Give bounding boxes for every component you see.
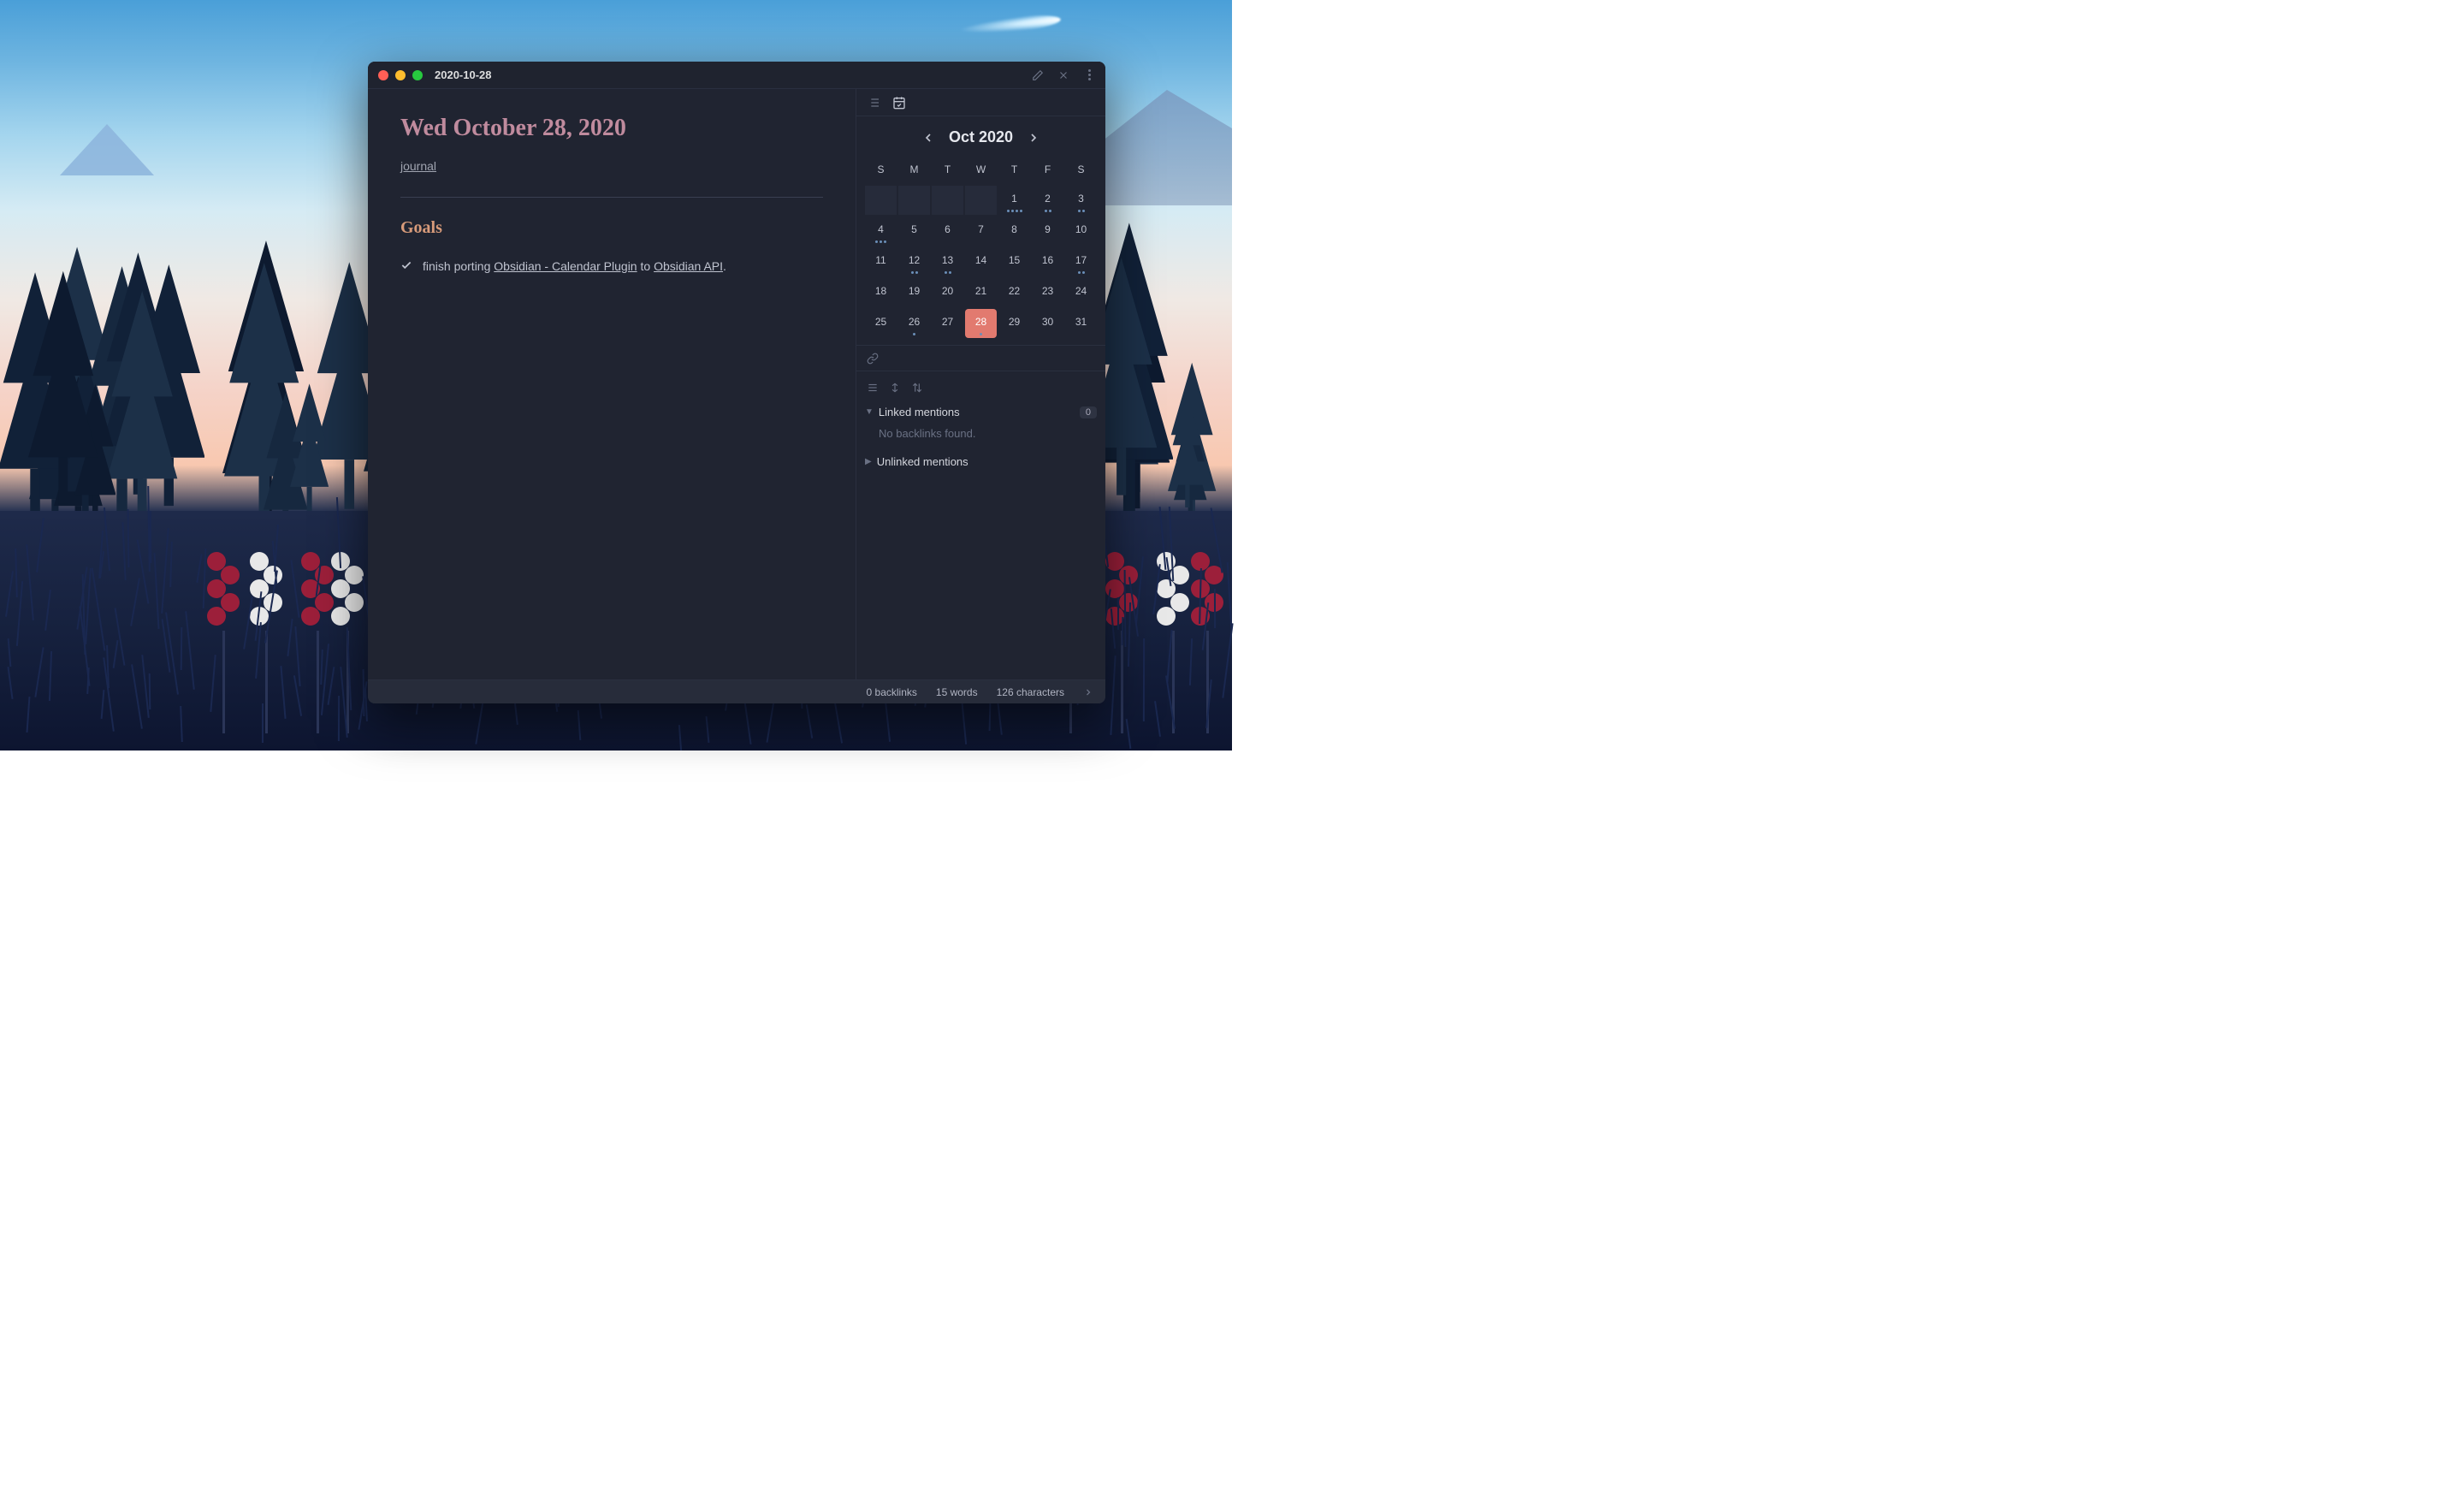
mountain-triangle xyxy=(60,124,154,175)
calendar-dow: W xyxy=(965,158,997,184)
calendar-day-23[interactable]: 23 xyxy=(1032,278,1063,307)
collapse-list-icon[interactable] xyxy=(867,382,879,394)
calendar-day-29[interactable]: 29 xyxy=(998,309,1030,338)
status-words: 15 words xyxy=(936,686,978,698)
calendar-day-21[interactable]: 21 xyxy=(965,278,997,307)
calendar-day-28[interactable]: 28 xyxy=(965,309,997,338)
calendar-day-27[interactable]: 27 xyxy=(932,309,963,338)
close-button[interactable] xyxy=(378,70,388,80)
calendar-day-22[interactable]: 22 xyxy=(998,278,1030,307)
sort-icon[interactable] xyxy=(911,382,923,394)
calendar-dow: T xyxy=(998,158,1030,184)
goals-heading: Goals xyxy=(400,218,823,238)
calendar-day-8[interactable]: 8 xyxy=(998,217,1030,246)
calendar-day-13[interactable]: 13 xyxy=(932,247,963,276)
calendar-day-9[interactable]: 9 xyxy=(1032,217,1063,246)
caret-right-icon: ▶ xyxy=(865,457,872,466)
divider xyxy=(400,197,823,198)
calendar-empty-cell xyxy=(932,186,963,215)
more-icon[interactable] xyxy=(1083,69,1095,81)
sidebar-tab-strip xyxy=(856,89,1105,116)
calendar-day-20[interactable]: 20 xyxy=(932,278,963,307)
calendar-empty-cell xyxy=(898,186,930,215)
link-calendar-plugin[interactable]: Obsidian - Calendar Plugin xyxy=(494,259,637,273)
calendar-widget: Oct 2020 SMTWTFS123456789101112131415161… xyxy=(856,116,1105,346)
no-backlinks-text: No backlinks found. xyxy=(865,422,1097,452)
editor-pane[interactable]: Wed October 28, 2020 journal Goals finis… xyxy=(368,89,856,679)
close-pane-icon[interactable] xyxy=(1057,69,1069,81)
expand-context-icon[interactable] xyxy=(889,382,901,394)
minimize-button[interactable] xyxy=(395,70,406,80)
calendar-day-31[interactable]: 31 xyxy=(1065,309,1097,338)
calendar-day-1[interactable]: 1 xyxy=(998,186,1030,215)
calendar-day-3[interactable]: 3 xyxy=(1065,186,1097,215)
calendar-day-4[interactable]: 4 xyxy=(865,217,897,246)
calendar-day-17[interactable]: 17 xyxy=(1065,247,1097,276)
calendar-day-10[interactable]: 10 xyxy=(1065,217,1097,246)
calendar-dow: M xyxy=(898,158,930,184)
calendar-day-14[interactable]: 14 xyxy=(965,247,997,276)
calendar-day-7[interactable]: 7 xyxy=(965,217,997,246)
window-title: 2020-10-28 xyxy=(435,68,492,81)
unlinked-mentions-label: Unlinked mentions xyxy=(877,455,968,468)
calendar-day-15[interactable]: 15 xyxy=(998,247,1030,276)
linked-mentions-label: Linked mentions xyxy=(879,406,960,418)
app-window: 2020-10-28 Wed October 28, 2020 journal … xyxy=(368,62,1105,703)
link-obsidian-api[interactable]: Obsidian API xyxy=(654,259,723,273)
calendar-dow: S xyxy=(865,158,897,184)
calendar-day-19[interactable]: 19 xyxy=(898,278,930,307)
calendar-day-6[interactable]: 6 xyxy=(932,217,963,246)
note-heading: Wed October 28, 2020 xyxy=(400,115,823,142)
traffic-lights xyxy=(378,70,423,80)
calendar-day-2[interactable]: 2 xyxy=(1032,186,1063,215)
calendar-dow: F xyxy=(1032,158,1063,184)
status-chars: 126 characters xyxy=(997,686,1064,698)
caret-down-icon: ▼ xyxy=(865,407,874,417)
calendar-dow: S xyxy=(1065,158,1097,184)
calendar-empty-cell xyxy=(865,186,897,215)
calendar-day-24[interactable]: 24 xyxy=(1065,278,1097,307)
task-item[interactable]: finish porting Obsidian - Calendar Plugi… xyxy=(400,257,823,276)
right-sidebar: Oct 2020 SMTWTFS123456789101112131415161… xyxy=(856,89,1105,679)
prev-month-icon[interactable] xyxy=(921,131,935,145)
status-bar: 0 backlinks 15 words 126 characters xyxy=(368,679,1105,703)
calendar-tab-icon[interactable] xyxy=(892,96,906,110)
calendar-day-11[interactable]: 11 xyxy=(865,247,897,276)
calendar-title[interactable]: Oct 2020 xyxy=(949,128,1013,146)
calendar-grid: SMTWTFS123456789101112131415161718192021… xyxy=(865,158,1097,338)
outline-tab-icon[interactable] xyxy=(867,96,880,110)
edit-icon[interactable] xyxy=(1032,69,1044,81)
linked-mentions-count: 0 xyxy=(1080,406,1097,418)
calendar-day-26[interactable]: 26 xyxy=(898,309,930,338)
calendar-day-5[interactable]: 5 xyxy=(898,217,930,246)
calendar-dow: T xyxy=(932,158,963,184)
chevron-right-icon[interactable] xyxy=(1083,687,1093,697)
journal-tag[interactable]: journal xyxy=(400,159,436,173)
backlinks-pane: ▼ Linked mentions 0 No backlinks found. … xyxy=(856,371,1105,478)
link-icon[interactable] xyxy=(867,353,879,365)
calendar-day-30[interactable]: 30 xyxy=(1032,309,1063,338)
calendar-day-25[interactable]: 25 xyxy=(865,309,897,338)
next-month-icon[interactable] xyxy=(1027,131,1040,145)
unlinked-mentions-section[interactable]: ▶ Unlinked mentions xyxy=(865,452,1097,472)
titlebar[interactable]: 2020-10-28 xyxy=(368,62,1105,89)
backlinks-tab-strip xyxy=(856,346,1105,371)
maximize-button[interactable] xyxy=(412,70,423,80)
task-text: finish porting Obsidian - Calendar Plugi… xyxy=(423,257,726,276)
calendar-day-18[interactable]: 18 xyxy=(865,278,897,307)
status-backlinks[interactable]: 0 backlinks xyxy=(867,686,917,698)
calendar-empty-cell xyxy=(965,186,997,215)
calendar-day-12[interactable]: 12 xyxy=(898,247,930,276)
linked-mentions-section[interactable]: ▼ Linked mentions 0 xyxy=(865,402,1097,422)
checkbox-checked-icon[interactable] xyxy=(400,259,412,271)
calendar-day-16[interactable]: 16 xyxy=(1032,247,1063,276)
